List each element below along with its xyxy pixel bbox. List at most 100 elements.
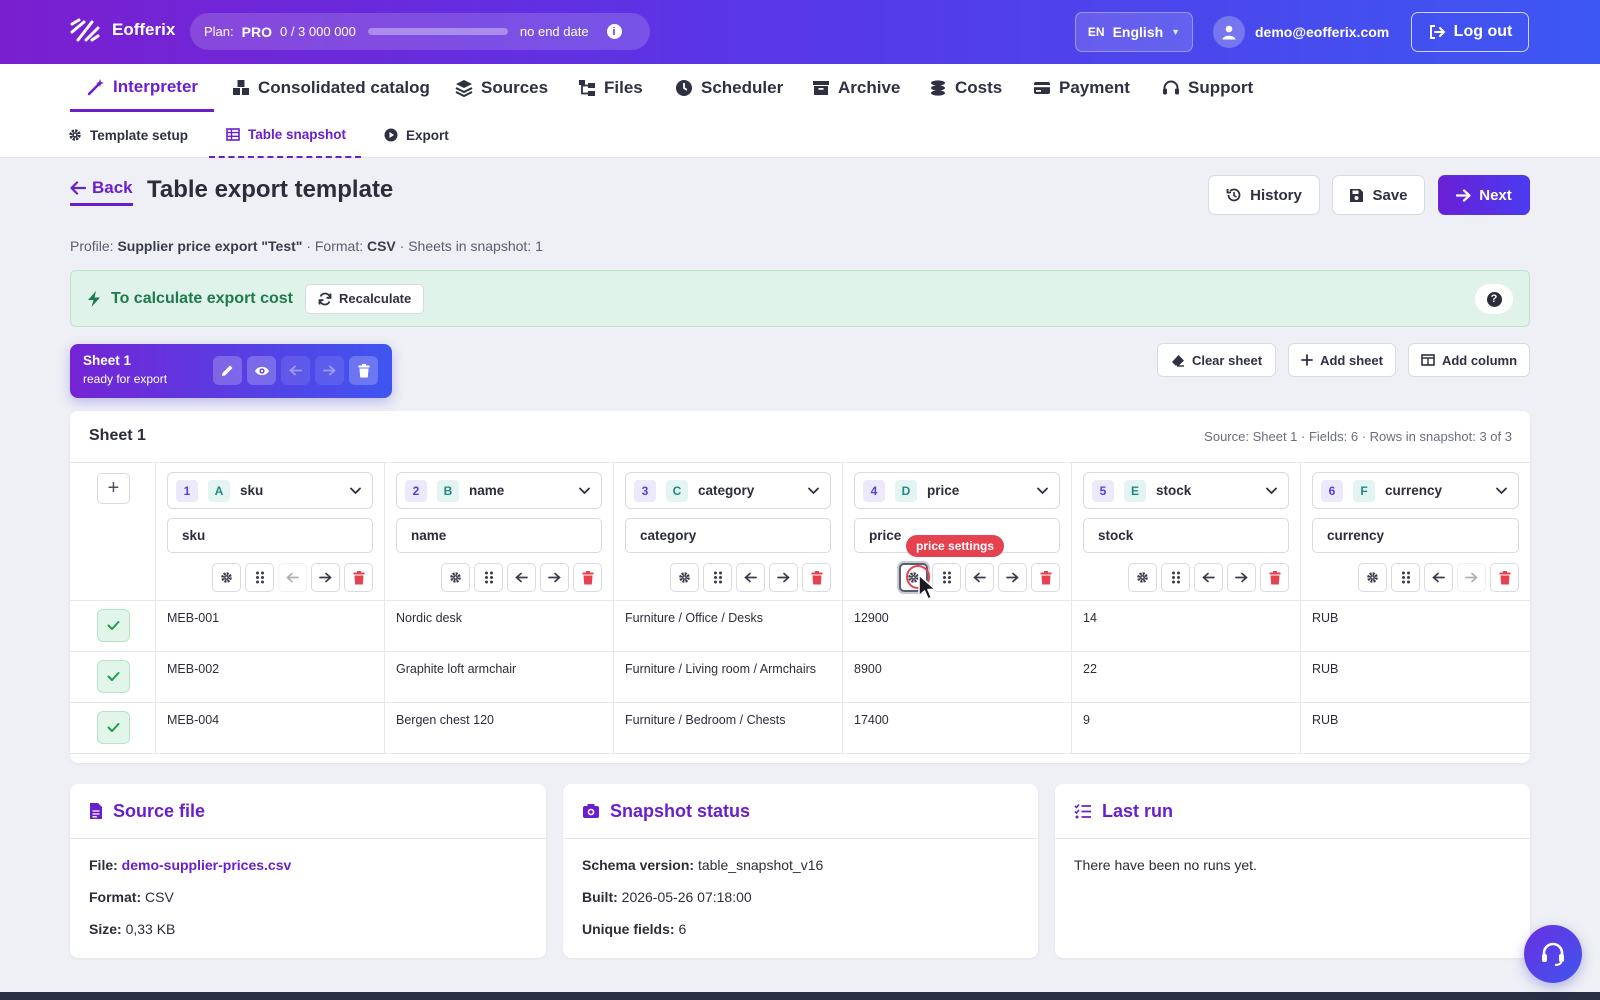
column-name-input[interactable]: name: [396, 518, 602, 553]
add-sheet-button[interactable]: Add sheet: [1288, 343, 1396, 377]
add-sheet-label: Add sheet: [1320, 352, 1383, 368]
rename-sheet-button[interactable]: [213, 356, 242, 385]
add-column-button[interactable]: Add column: [1408, 343, 1530, 377]
column-field-select[interactable]: 4 Dprice: [854, 472, 1060, 509]
delete-column-button[interactable]: [1490, 563, 1519, 592]
table-cell: RUB: [1301, 652, 1530, 702]
nav-item-scheduler[interactable]: Scheduler: [675, 64, 783, 112]
move-column-right-button[interactable]: [540, 563, 569, 592]
move-column-left-button[interactable]: [507, 563, 536, 592]
back-link[interactable]: Back: [70, 178, 133, 206]
delete-sheet-button[interactable]: [349, 356, 378, 385]
support-chat-button[interactable]: [1524, 925, 1582, 983]
column-settings-button[interactable]: [670, 563, 699, 592]
column-field-select[interactable]: 6 Fcurrency: [1312, 472, 1519, 509]
nav-item-support[interactable]: Support: [1162, 64, 1253, 112]
column-name-input[interactable]: currency: [1312, 518, 1519, 553]
sheet-tab[interactable]: Sheet 1 ready for export: [70, 344, 392, 398]
row-include-checkbox[interactable]: [97, 609, 130, 642]
move-sheet-left-button[interactable]: [281, 356, 310, 385]
table-cell: MEB-001: [156, 601, 385, 651]
column-drag-handle[interactable]: [1391, 563, 1420, 592]
move-column-right-button[interactable]: [769, 563, 798, 592]
move-column-left-button[interactable]: [1194, 563, 1223, 592]
delete-column-button[interactable]: [344, 563, 373, 592]
column-drag-handle[interactable]: [245, 563, 274, 592]
nav-item-interpreter[interactable]: Interpreter: [70, 64, 214, 112]
info-icon[interactable]: i: [606, 24, 622, 39]
move-column-left-button[interactable]: [1424, 563, 1453, 592]
gear-icon: [1366, 571, 1379, 584]
delete-column-button[interactable]: [1031, 563, 1060, 592]
move-column-right-button[interactable]: [998, 563, 1027, 592]
column-field-select[interactable]: 1 Asku: [167, 472, 373, 509]
column-settings-button[interactable]: [212, 563, 241, 592]
column-letter: F: [1353, 479, 1375, 502]
move-column-right-button[interactable]: [1457, 563, 1486, 592]
clear-sheet-button[interactable]: Clear sheet: [1157, 343, 1276, 377]
nav-item-archive[interactable]: Archive: [812, 64, 900, 112]
column-settings-button[interactable]: [1358, 563, 1387, 592]
table-cell: 9: [1072, 703, 1301, 753]
nav-label: Scheduler: [701, 78, 784, 97]
schema-label: Schema version:: [582, 857, 695, 873]
language-select[interactable]: EN English ▼: [1075, 12, 1193, 52]
nav-item-consolidated-catalog[interactable]: Consolidated catalog: [232, 64, 430, 112]
move-column-left-button[interactable]: [736, 563, 765, 592]
logo[interactable]: Eofferix: [70, 18, 175, 42]
column-drag-handle[interactable]: [703, 563, 732, 592]
clear-sheet-label: Clear sheet: [1191, 352, 1263, 368]
move-column-right-button[interactable]: [311, 563, 340, 592]
user-menu[interactable]: demo@eofferix.com: [1213, 16, 1389, 48]
subnav-item-export[interactable]: Export: [384, 112, 449, 158]
column-drag-handle[interactable]: [1161, 563, 1190, 592]
save-button[interactable]: Save: [1332, 175, 1425, 215]
preview-sheet-button[interactable]: [247, 356, 276, 385]
next-button[interactable]: Next: [1438, 175, 1530, 215]
subnav-item-template-setup[interactable]: Template setup: [68, 112, 188, 158]
column-field-select[interactable]: 3 Ccategory: [625, 472, 831, 509]
column-name-input[interactable]: category: [625, 518, 831, 553]
column-name-input[interactable]: stock: [1083, 518, 1289, 553]
source-file-link[interactable]: demo-supplier-prices.csv: [122, 857, 292, 873]
nav-item-files[interactable]: Files: [578, 64, 643, 112]
column-field-select[interactable]: 5 Estock: [1083, 472, 1289, 509]
cell-value: 12900: [854, 611, 889, 625]
grip-icon: [484, 571, 494, 584]
move-column-right-button[interactable]: [1227, 563, 1256, 592]
help-button[interactable]: ?: [1475, 284, 1513, 314]
move-column-left-button[interactable]: [965, 563, 994, 592]
table-cell: Graphite loft armchair: [385, 652, 614, 702]
source-file-card: Source file File: demo-supplier-prices.c…: [70, 784, 546, 958]
column-settings-button[interactable]: [1128, 563, 1157, 592]
column-settings-button[interactable]: [441, 563, 470, 592]
nav-item-payment[interactable]: Payment: [1033, 64, 1130, 112]
delete-column-button[interactable]: [1260, 563, 1289, 592]
row-include-checkbox[interactable]: [97, 660, 130, 693]
move-column-left-button[interactable]: [278, 563, 307, 592]
nav-item-costs[interactable]: Costs: [929, 64, 1002, 112]
trash-icon: [582, 570, 594, 585]
checkmark-icon: [107, 671, 120, 682]
arrow-right-icon: [777, 572, 790, 583]
layers-icon: [455, 79, 473, 97]
column-letter: D: [895, 479, 917, 502]
insert-column-button[interactable]: +: [97, 473, 130, 504]
column-field-select[interactable]: 2 Bname: [396, 472, 602, 509]
row-include-checkbox[interactable]: [97, 711, 130, 744]
logout-button[interactable]: Log out: [1411, 12, 1529, 52]
delete-column-button[interactable]: [573, 563, 602, 592]
format-prefix: · Format:: [306, 238, 364, 254]
language-code: EN: [1087, 25, 1105, 39]
column-number: 5: [1092, 479, 1114, 502]
magic-wand-icon: [87, 78, 105, 96]
table-cell: Furniture / Bedroom / Chests: [614, 703, 843, 753]
move-sheet-right-button[interactable]: [315, 356, 344, 385]
recalculate-button[interactable]: Recalculate: [304, 283, 425, 314]
subnav-item-table-snapshot[interactable]: Table snapshot: [209, 112, 361, 158]
column-name-input[interactable]: sku: [167, 518, 373, 553]
column-drag-handle[interactable]: [474, 563, 503, 592]
history-button[interactable]: History: [1208, 175, 1320, 215]
delete-column-button[interactable]: [802, 563, 831, 592]
nav-item-sources[interactable]: Sources: [455, 64, 548, 112]
